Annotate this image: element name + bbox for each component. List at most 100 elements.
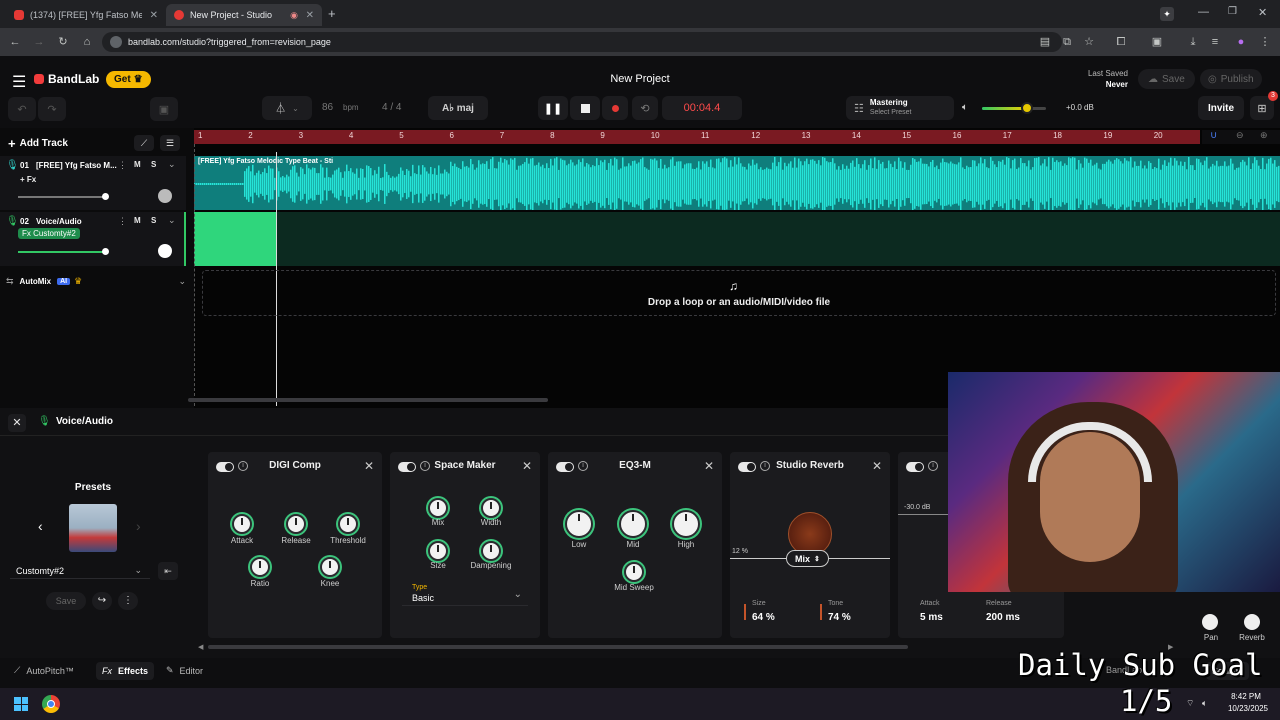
track-row[interactable]: 🎙︎ 02 Voice/Audio ⋮ M S ⌄ Fx Customty#2 [0, 212, 186, 266]
volume-handle[interactable] [102, 193, 109, 200]
scroll-left-icon[interactable]: ◀ [198, 643, 203, 651]
preset-thumbnail[interactable] [69, 504, 117, 552]
mix-knob[interactable] [428, 498, 448, 518]
close-tab-icon[interactable]: ✕ [150, 10, 158, 21]
home-icon[interactable]: ⌂ [78, 33, 96, 51]
autopitch-tab[interactable]: ⟋ AutoPitch™ [14, 665, 74, 676]
track-lane[interactable] [194, 212, 1280, 266]
effects-scrollbar[interactable] [208, 645, 908, 649]
recorded-clip[interactable] [194, 212, 276, 266]
speaker-mute-icon[interactable]: 🔈︎ [962, 102, 968, 113]
forward-icon[interactable]: → [30, 33, 48, 51]
drop-zone[interactable]: ♫ Drop a loop or an audio/MIDI/video fil… [202, 270, 1276, 316]
key-button[interactable]: A♭ maj [428, 96, 488, 120]
magnet-snap-icon[interactable]: ∪ [1210, 130, 1217, 141]
ratio-knob[interactable] [250, 557, 270, 577]
dampening-knob[interactable] [481, 541, 501, 561]
editor-tab[interactable]: ✎ Editor [166, 665, 203, 676]
master-volume-slider[interactable] [982, 102, 1046, 114]
sidebar-icon[interactable]: ▣ [1148, 33, 1166, 51]
bookmark-star-icon[interactable]: ☆ [1080, 33, 1098, 51]
reset-preset-icon[interactable]: ⇤ [158, 562, 178, 580]
mid-knob[interactable] [619, 510, 647, 538]
release-value[interactable]: 200 ms [986, 612, 1020, 623]
browser-tab-active[interactable]: New Project - Studio ◉ ✕ [166, 4, 322, 26]
horizontal-scrollbar[interactable] [188, 398, 548, 402]
low-knob[interactable] [565, 510, 593, 538]
chevron-down-icon[interactable]: ⌄ [168, 159, 176, 170]
site-info-icon[interactable] [110, 36, 122, 48]
wifi-icon[interactable]: ⌔ [1186, 698, 1194, 709]
audio-clip[interactable]: [FREE] Yfg Fatso Melodic Type Beat - Sti [194, 156, 1280, 210]
chevron-down-icon[interactable]: ⌄ [178, 276, 186, 287]
share-preset-icon[interactable]: ↪ [92, 592, 112, 610]
width-knob[interactable] [481, 498, 501, 518]
type-select[interactable]: Type Basic ⌄ [402, 582, 528, 606]
project-title[interactable]: New Project [540, 73, 740, 85]
wand-icon[interactable]: ⟋ [134, 135, 154, 151]
hamburger-menu-icon[interactable]: ☰ [12, 72, 26, 92]
remove-effect-icon[interactable]: ✕ [872, 459, 882, 473]
close-panel-icon[interactable]: ✕ [8, 414, 26, 432]
threshold-knob[interactable] [338, 514, 358, 534]
mid-sweep-knob[interactable] [624, 562, 644, 582]
download-icon[interactable]: ⤓ [1184, 33, 1202, 51]
reading-mode-icon[interactable]: ▤ [1036, 33, 1054, 51]
volume-icon[interactable]: 🔈︎ [1202, 698, 1207, 709]
pan-knob[interactable] [158, 244, 172, 258]
get-membership-button[interactable]: Get ♛ [106, 71, 151, 88]
effect-toggle[interactable] [906, 462, 924, 472]
more-options-icon[interactable]: ⋮ [118, 592, 138, 610]
chrome-taskbar-icon[interactable] [42, 695, 60, 713]
chevron-left-icon[interactable]: ‹ [38, 518, 43, 534]
clock-time[interactable]: 8:42 PM [1222, 692, 1270, 701]
clock-date[interactable]: 10/23/2025 [1222, 704, 1274, 713]
metronome-button[interactable]: ⏃ ⌄ [262, 96, 312, 120]
close-window-icon[interactable]: ✕ [1258, 6, 1267, 19]
cast-icon[interactable]: ⧉ [1058, 33, 1076, 51]
tone-value[interactable]: 74 % [828, 612, 851, 623]
effects-tab[interactable]: Fx Effects [96, 662, 155, 680]
track-settings-icon[interactable]: ☰ [160, 135, 180, 151]
track-more-icon[interactable]: ⋮ [118, 160, 127, 171]
stop-button[interactable] [570, 96, 600, 120]
windows-start-icon[interactable] [14, 697, 28, 711]
zoom-out-icon[interactable]: ⊖ [1236, 130, 1244, 141]
maximize-icon[interactable]: ❐ [1228, 6, 1237, 17]
new-tab-icon[interactable]: + [328, 6, 336, 21]
track-volume-slider[interactable] [18, 193, 109, 200]
volume-handle[interactable] [1020, 102, 1033, 114]
mastering-button[interactable]: ☷ Mastering Select Preset [846, 96, 954, 120]
solo-button[interactable]: S [151, 160, 156, 169]
time-signature[interactable]: 4 / 4 [382, 102, 401, 113]
extensions-sparkle-icon[interactable]: ✦ [1160, 7, 1174, 21]
automix-row[interactable]: ⇆ AutoMix AI ♛ ⌄ [6, 274, 186, 288]
release-knob[interactable] [286, 514, 306, 534]
bpm-value[interactable]: 86 [322, 102, 333, 113]
track-fx-button[interactable]: + Fx [20, 175, 36, 184]
publish-button[interactable]: ◎ Publish [1200, 69, 1262, 89]
pan-knob[interactable] [1202, 614, 1218, 630]
solo-button[interactable]: S [151, 216, 156, 225]
minimize-icon[interactable]: — [1198, 6, 1209, 18]
track-name[interactable]: Voice/Audio [36, 217, 82, 226]
add-track-button[interactable]: + Add Track [8, 135, 68, 151]
high-knob[interactable] [672, 510, 700, 538]
save-button[interactable]: ☁ Save [1138, 69, 1195, 89]
size-value[interactable]: 64 % [752, 612, 775, 623]
bandlab-logo[interactable]: BandLab [34, 72, 99, 86]
mute-button[interactable]: M [134, 216, 141, 225]
preset-save-button[interactable]: Save [46, 592, 86, 610]
browser-tab[interactable]: (1374) [FREE] Yfg Fatso Melodic ✕ [6, 4, 166, 26]
invite-button[interactable]: Invite [1198, 96, 1244, 120]
remove-effect-icon[interactable]: ✕ [704, 459, 714, 473]
track-volume-slider[interactable] [18, 248, 109, 255]
chevron-right-icon[interactable]: › [136, 518, 141, 534]
preset-select[interactable]: Customty#2 ⌄ [10, 563, 150, 579]
playlist-icon[interactable]: ≡ [1206, 33, 1224, 51]
remove-effect-icon[interactable]: ✕ [522, 459, 532, 473]
chevron-down-icon[interactable]: ⌄ [168, 215, 176, 226]
url-field[interactable]: bandlab.com/studio?triggered_from=revisi… [102, 32, 1062, 52]
loop-icon[interactable]: ⟲ [632, 96, 658, 120]
mute-button[interactable]: M [134, 160, 141, 169]
